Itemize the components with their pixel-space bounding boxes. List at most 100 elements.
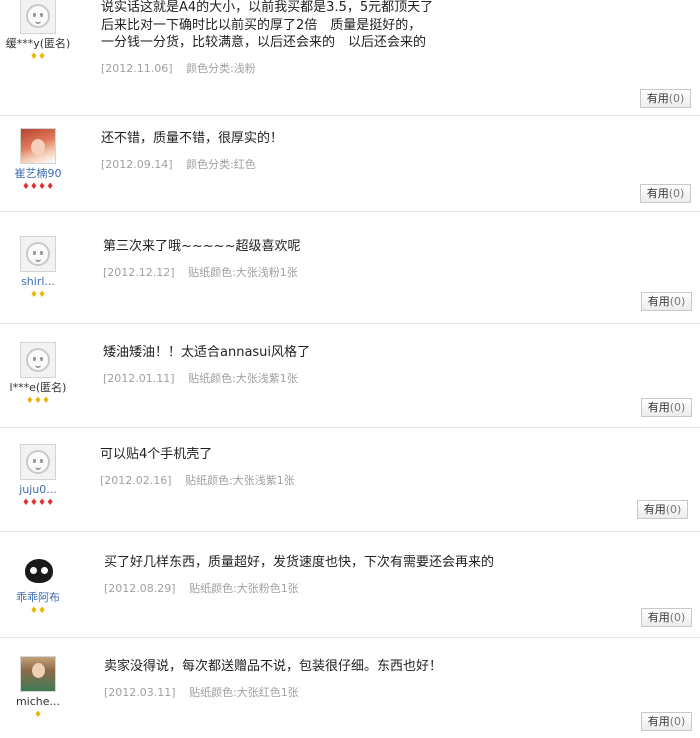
reviewer-name[interactable]: shirl...	[0, 275, 76, 288]
useful-button[interactable]: 有用(0)	[641, 292, 692, 311]
review-line: 后来比对一下确时比以前买的厚了2倍 质量是挺好的，	[101, 17, 422, 33]
review-content: 说实话这就是A4的大小，以前我买都是3.5，5元都顶天了 后来比对一下确时比以前…	[101, 0, 641, 76]
review-meta: [2012.12.12] 贴纸颜色:大张浅粉1张	[103, 264, 643, 280]
reviewer-info: shirl... ♦♦	[0, 236, 76, 300]
review-spec: 贴纸颜色:大张浅紫1张	[188, 371, 298, 385]
review-content: 买了好几样东西，质量超好，发货速度也快，下次有需要还会再来的 [2012.08.…	[104, 554, 644, 596]
review-line: 一分钱一分货，比较满意，以后还会来的 以后还会来的	[101, 35, 427, 50]
review-line: 说实话这就是A4的大小，以前我买都是3.5，5元都顶天了	[101, 0, 434, 15]
review-text: 还不错，质量不错，很厚实的！	[101, 130, 641, 148]
useful-count: (0)	[669, 401, 686, 414]
review-text: 可以贴4个手机壳了	[100, 446, 640, 464]
useful-button[interactable]: 有用(0)	[641, 608, 692, 627]
review-content: 还不错，质量不错，很厚实的！ [2012.09.14] 颜色分类:红色	[101, 130, 641, 172]
reviewer-name[interactable]: 崔艺楠90	[0, 167, 76, 180]
useful-button[interactable]: 有用(0)	[640, 184, 691, 203]
reviewer-info: l***e(匿名) ♦♦♦	[0, 342, 76, 406]
reviewer-info: 缓***y(匿名) ♦♦	[0, 0, 76, 62]
review-spec: 颜色分类:浅粉	[186, 61, 256, 75]
useful-label: 有用	[647, 715, 670, 728]
review-text: 买了好几样东西，质量超好，发货速度也快，下次有需要还会再来的	[104, 554, 644, 572]
reviewer-name[interactable]: miche...	[0, 695, 76, 708]
useful-label: 有用	[646, 92, 669, 105]
avatar[interactable]	[20, 656, 56, 692]
review-line: 买了好几样东西，质量超好，发货速度也快，下次有需要还会再来的	[104, 555, 495, 570]
review-content: 卖家没得说，每次都送赠品不说，包装很仔细。东西也好！ [2012.03.11] …	[104, 658, 644, 700]
review-item: miche... ♦ 卖家没得说，每次都送赠品不说，包装很仔细。东西也好！ [2…	[0, 638, 700, 738]
useful-label: 有用	[646, 187, 669, 200]
reviewer-info: juju0... ♦♦♦♦	[0, 444, 76, 508]
review-spec: 贴纸颜色:大张红色1张	[189, 685, 299, 699]
review-meta: [2012.11.06] 颜色分类:浅粉	[101, 60, 641, 76]
review-text: 矮油矮油！！太适合annasui风格了	[103, 344, 643, 362]
review-line: 还不错，质量不错，很厚实的！	[101, 131, 284, 146]
credit-badge-icon: ♦♦	[29, 290, 47, 300]
review-line: 可以贴4个手机壳了	[100, 447, 213, 462]
review-date: [2012.11.06]	[101, 61, 173, 75]
credit-badge-icon: ♦♦	[29, 606, 47, 616]
review-meta: [2012.09.14] 颜色分类:红色	[101, 156, 641, 172]
credit-badge-icon: ♦♦♦	[25, 396, 51, 406]
review-meta: [2012.08.29] 贴纸颜色:大张粉色1张	[104, 580, 644, 596]
review-text: 说实话这就是A4的大小，以前我买都是3.5，5元都顶天了 后来比对一下确时比以前…	[101, 0, 641, 52]
credit-badge-icon: ♦♦♦♦	[21, 498, 55, 508]
useful-count: (0)	[669, 611, 686, 624]
review-content: 矮油矮油！！太适合annasui风格了 [2012.01.11] 贴纸颜色:大张…	[103, 344, 643, 386]
avatar[interactable]	[20, 444, 56, 480]
review-date: [2012.01.11]	[103, 371, 175, 385]
review-meta: [2012.01.11] 贴纸颜色:大张浅紫1张	[103, 370, 643, 386]
review-date: [2012.08.29]	[104, 581, 176, 595]
review-item: juju0... ♦♦♦♦ 可以贴4个手机壳了 [2012.02.16] 贴纸颜…	[0, 428, 700, 532]
useful-button[interactable]: 有用(0)	[640, 89, 691, 108]
review-date: [2012.09.14]	[101, 157, 173, 171]
review-text: 卖家没得说，每次都送赠品不说，包装很仔细。东西也好！	[104, 658, 644, 676]
reviewer-info: miche... ♦	[0, 656, 76, 720]
review-item: shirl... ♦♦ 第三次来了哦~~~~~超级喜欢呢 [2012.12.12…	[0, 212, 700, 324]
useful-label: 有用	[647, 401, 670, 414]
review-date: [2012.02.16]	[100, 473, 172, 487]
review-date: [2012.12.12]	[103, 265, 175, 279]
reviewer-name[interactable]: juju0...	[0, 483, 76, 496]
review-spec: 贴纸颜色:大张浅紫1张	[185, 473, 295, 487]
review-meta: [2012.02.16] 贴纸颜色:大张浅紫1张	[100, 472, 640, 488]
avatar[interactable]	[20, 236, 56, 272]
review-line: 第三次来了哦~~~~~超级喜欢呢	[103, 239, 301, 254]
review-item: 崔艺楠90 ♦♦♦♦ 还不错，质量不错，很厚实的！ [2012.09.14] 颜…	[0, 116, 700, 212]
review-date: [2012.03.11]	[104, 685, 176, 699]
avatar[interactable]	[20, 0, 56, 34]
credit-badge-icon: ♦♦	[29, 52, 47, 62]
useful-button[interactable]: 有用(0)	[637, 500, 688, 519]
reviewer-name[interactable]: l***e(匿名)	[0, 381, 76, 394]
useful-count: (0)	[665, 503, 682, 516]
useful-count: (0)	[668, 92, 685, 105]
reviewer-name[interactable]: 乖乖阿布	[0, 591, 76, 604]
useful-button[interactable]: 有用(0)	[641, 398, 692, 417]
useful-label: 有用	[647, 611, 670, 624]
review-content: 第三次来了哦~~~~~超级喜欢呢 [2012.12.12] 贴纸颜色:大张浅粉1…	[103, 238, 643, 280]
avatar[interactable]	[20, 128, 56, 164]
useful-label: 有用	[643, 503, 666, 516]
useful-button[interactable]: 有用(0)	[641, 712, 692, 731]
review-meta: [2012.03.11] 贴纸颜色:大张红色1张	[104, 684, 644, 700]
review-text: 第三次来了哦~~~~~超级喜欢呢	[103, 238, 643, 256]
avatar[interactable]	[20, 552, 56, 588]
review-spec: 贴纸颜色:大张粉色1张	[189, 581, 299, 595]
useful-count: (0)	[668, 187, 685, 200]
review-content: 可以贴4个手机壳了 [2012.02.16] 贴纸颜色:大张浅紫1张	[100, 446, 640, 488]
review-spec: 贴纸颜色:大张浅粉1张	[188, 265, 298, 279]
avatar[interactable]	[20, 342, 56, 378]
reviewer-info: 乖乖阿布 ♦♦	[0, 552, 76, 616]
useful-count: (0)	[669, 715, 686, 728]
review-line: 卖家没得说，每次都送赠品不说，包装很仔细。东西也好！	[104, 659, 443, 674]
review-spec: 颜色分类:红色	[186, 157, 256, 171]
reviewer-name[interactable]: 缓***y(匿名)	[0, 37, 76, 50]
review-item: l***e(匿名) ♦♦♦ 矮油矮油！！太适合annasui风格了 [2012.…	[0, 324, 700, 428]
credit-badge-icon: ♦	[33, 710, 43, 720]
reviewer-info: 崔艺楠90 ♦♦♦♦	[0, 128, 76, 192]
useful-label: 有用	[647, 295, 670, 308]
credit-badge-icon: ♦♦♦♦	[21, 182, 55, 192]
useful-count: (0)	[669, 295, 686, 308]
review-item: 缓***y(匿名) ♦♦ 说实话这就是A4的大小，以前我买都是3.5，5元都顶天…	[0, 0, 700, 116]
review-line: 矮油矮油！！太适合annasui风格了	[103, 345, 311, 360]
review-item: 乖乖阿布 ♦♦ 买了好几样东西，质量超好，发货速度也快，下次有需要还会再来的 […	[0, 532, 700, 638]
